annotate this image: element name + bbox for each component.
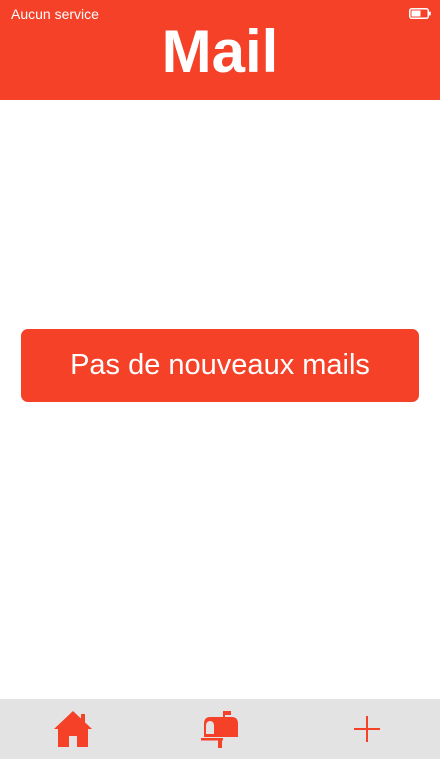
tab-home[interactable]	[0, 699, 146, 759]
tab-add[interactable]	[294, 699, 440, 759]
mailbox-icon	[201, 711, 238, 748]
empty-state-message: Pas de nouveaux mails	[70, 349, 370, 381]
tab-bar	[0, 699, 440, 759]
home-icon	[54, 711, 92, 747]
plus-icon	[354, 716, 380, 742]
page-title: Mail	[161, 18, 279, 85]
empty-state-banner: Pas de nouveaux mails	[21, 329, 419, 402]
header-bar: Aucun service Mail	[0, 0, 440, 100]
tab-mailbox[interactable]	[147, 699, 293, 759]
